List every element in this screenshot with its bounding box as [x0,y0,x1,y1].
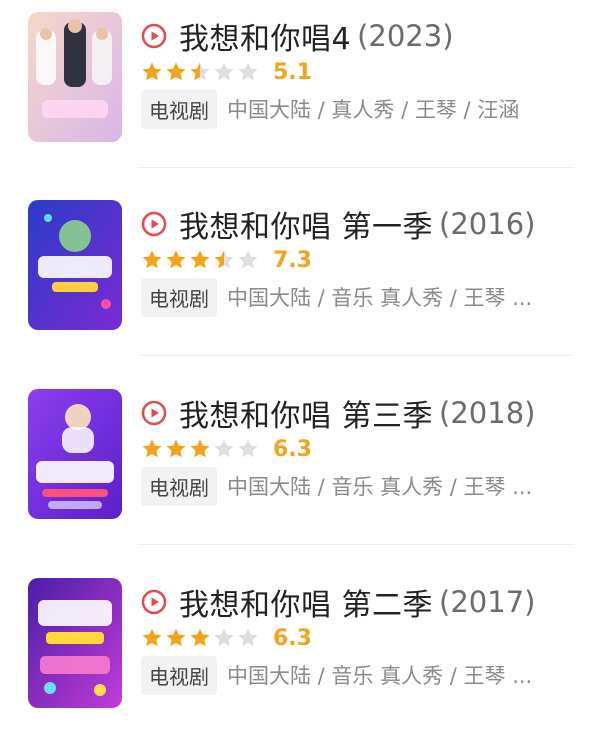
star-icon [190,250,210,269]
divider [138,167,574,168]
rating-score: 5.1 [273,59,312,85]
list-item[interactable]: 我想和你唱 第二季 (2017) 6.3 电视剧 中国大陆 / 音乐 真人秀 /… [0,566,600,734]
rating-score: 7.3 [273,247,312,273]
item-info: 中国大陆 / 音乐 真人秀 / 王琴 ... [227,475,533,499]
list-item[interactable]: 我想和你唱 第三季 (2018) 6.3 电视剧 中国大陆 / 音乐 真人秀 /… [0,377,600,545]
star-icon [214,62,234,81]
rating-row: 5.1 [141,59,312,85]
poster-thumbnail[interactable] [28,389,122,519]
divider [138,355,574,356]
star-icon [238,250,258,269]
star-icon [214,439,234,458]
title-row[interactable]: 我想和你唱 第二季 (2017) [141,580,535,624]
play-icon [141,400,167,426]
play-icon [141,23,167,49]
item-title[interactable]: 我想和你唱4 [179,14,351,58]
poster-image [28,200,122,330]
category-tag: 电视剧 [141,277,217,317]
category-tag: 电视剧 [141,466,217,506]
title-row[interactable]: 我想和你唱 第一季 (2016) [141,202,535,246]
poster-thumbnail[interactable] [28,12,122,142]
star-icon [142,439,162,458]
title-row[interactable]: 我想和你唱 第三季 (2018) [141,391,535,435]
result-list: 我想和你唱4 (2023) 5.1 电视剧 中国大陆 / 真人秀 / 王琴 / … [0,0,600,717]
meta-row: 电视剧 中国大陆 / 音乐 真人秀 / 王琴 ... [141,276,581,318]
item-info: 中国大陆 / 真人秀 / 王琴 / 汪涵 [227,98,520,122]
star-icon [238,439,258,458]
rating-row: 6.3 [141,436,312,462]
item-title[interactable]: 我想和你唱 第三季 [179,391,433,435]
rating-row: 7.3 [141,247,312,273]
star-icon [166,439,186,458]
star-rating [141,249,261,271]
meta-row: 电视剧 中国大陆 / 音乐 真人秀 / 王琴 ... [141,654,581,696]
play-icon [141,211,167,237]
item-year: (2017) [439,585,536,619]
item-year: (2023) [357,19,454,53]
item-info: 中国大陆 / 音乐 真人秀 / 王琴 ... [227,286,533,310]
star-icon [190,439,210,458]
star-icon [142,62,162,81]
title-row[interactable]: 我想和你唱4 (2023) [141,14,454,58]
poster-thumbnail[interactable] [28,200,122,330]
rating-row: 6.3 [141,625,312,651]
poster-image [28,389,122,519]
item-year: (2016) [439,207,536,241]
star-icon [190,628,210,647]
star-rating [141,61,261,83]
divider [138,544,574,545]
star-icon [166,628,186,647]
item-title[interactable]: 我想和你唱 第一季 [179,202,433,246]
meta-row: 电视剧 中国大陆 / 真人秀 / 王琴 / 汪涵 [141,88,581,130]
star-icon [238,62,258,81]
star-icon [142,628,162,647]
star-icon [214,250,234,269]
star-rating [141,627,261,649]
category-tag: 电视剧 [141,655,217,695]
star-rating [141,438,261,460]
poster-image [28,12,122,142]
item-title[interactable]: 我想和你唱 第二季 [179,580,433,624]
poster-image [28,578,122,708]
rating-score: 6.3 [273,625,312,651]
star-icon [238,628,258,647]
item-year: (2018) [439,396,536,430]
star-icon [214,628,234,647]
category-tag: 电视剧 [141,89,217,129]
star-icon [166,250,186,269]
play-icon [141,589,167,615]
list-item[interactable]: 我想和你唱 第一季 (2016) 7.3 电视剧 中国大陆 / 音乐 真人秀 /… [0,188,600,356]
star-icon [190,62,210,81]
star-icon [166,62,186,81]
poster-thumbnail[interactable] [28,578,122,708]
star-icon [142,250,162,269]
item-info: 中国大陆 / 音乐 真人秀 / 王琴 ... [227,664,533,688]
rating-score: 6.3 [273,436,312,462]
meta-row: 电视剧 中国大陆 / 音乐 真人秀 / 王琴 ... [141,465,581,507]
list-item[interactable]: 我想和你唱4 (2023) 5.1 电视剧 中国大陆 / 真人秀 / 王琴 / … [0,0,600,168]
